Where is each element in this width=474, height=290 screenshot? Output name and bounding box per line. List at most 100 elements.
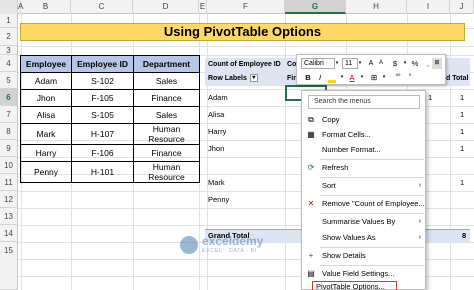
font-color-dropdown-icon[interactable]: ▾ (357, 72, 367, 83)
table-cell[interactable]: Finance (133, 89, 200, 107)
row-header[interactable]: 13 (0, 208, 18, 225)
pivot-row-labels-header[interactable]: Row Labels ▾ (208, 72, 258, 86)
pivot-value-cell[interactable]: 1 (460, 123, 464, 140)
table-header[interactable]: Employee (20, 55, 72, 73)
row-header[interactable]: 10 (0, 157, 18, 174)
row-header[interactable]: 3 (0, 46, 18, 55)
table-cell[interactable]: F-105 (71, 89, 134, 107)
currency-format-icon[interactable]: $ (390, 58, 400, 69)
menu-item-number-format[interactable]: Number Format... (302, 143, 425, 157)
pivot-value-cell[interactable]: 1 (460, 106, 464, 123)
currency-dropdown-icon[interactable]: ▾ (400, 58, 410, 69)
row-header[interactable]: 7 (0, 106, 18, 123)
table-header[interactable]: Employee ID (71, 55, 134, 73)
menu-separator (320, 195, 424, 196)
pivot-grand-total-value[interactable]: 8 (462, 229, 466, 243)
pivot-row-label[interactable]: Harry (208, 123, 226, 140)
filter-dropdown-icon[interactable]: ▾ (249, 74, 258, 83)
column-header[interactable]: F (207, 0, 285, 14)
fill-color-dropdown-icon[interactable]: ▾ (337, 72, 347, 83)
table-cell[interactable]: Sales (133, 72, 200, 90)
fill-color-icon[interactable] (327, 72, 337, 83)
menu-search-input[interactable]: Search the menus (308, 95, 420, 109)
pivot-value-cell[interactable]: 1 (428, 89, 432, 106)
borders-dropdown-icon[interactable]: ▾ (379, 72, 389, 83)
decrease-font-icon[interactable]: A (376, 58, 386, 69)
menu-separator (320, 159, 424, 160)
pivot-value-header[interactable]: Count of Employee ID (208, 58, 281, 72)
decrease-decimal-icon[interactable]: ⁰ (405, 72, 415, 83)
column-header[interactable]: I (407, 0, 450, 14)
row-header[interactable]: 14 (0, 225, 18, 242)
menu-item-show-values-as[interactable]: Show Values As › (302, 231, 425, 245)
table-cell[interactable]: H-101 (71, 161, 134, 183)
font-name-box[interactable]: Calibri (301, 58, 335, 69)
table-cell[interactable]: S-105 (71, 106, 134, 124)
table-cell[interactable]: Finance (133, 144, 200, 162)
column-header[interactable]: H (346, 0, 407, 14)
borders-icon[interactable]: ⊞ (369, 72, 379, 83)
row-header[interactable]: 4 (0, 55, 18, 72)
table-cell[interactable]: H-107 (71, 123, 134, 145)
pivot-row-label[interactable]: Mark (208, 174, 225, 191)
increase-decimal-icon[interactable]: ⁰⁰ (393, 72, 403, 83)
row-header[interactable]: 2 (0, 28, 18, 46)
table-cell[interactable]: S-102 (71, 72, 134, 90)
row-header-selected[interactable]: 6 (0, 89, 18, 106)
menu-item-refresh[interactable]: ⟳ Refresh (302, 161, 425, 175)
column-header[interactable]: C (71, 0, 133, 14)
pivot-grand-total-col-header[interactable]: d Total (446, 72, 468, 86)
table-cell[interactable]: Alisa (20, 106, 72, 124)
pivot-row-label[interactable]: Alisa (208, 106, 224, 123)
column-header[interactable]: D (133, 0, 199, 14)
percent-style-button[interactable]: % (410, 58, 420, 69)
font-size-box[interactable]: 11 (342, 58, 358, 69)
select-all-corner[interactable] (0, 0, 18, 14)
table-cell[interactable]: Adam (20, 72, 72, 90)
row-header[interactable]: 8 (0, 123, 18, 140)
title-banner: Using PivotTable Options (20, 23, 465, 41)
font-color-button[interactable]: A (347, 72, 357, 83)
row-header[interactable]: 12 (0, 191, 18, 208)
table-cell[interactable]: F-106 (71, 144, 134, 162)
bold-button[interactable]: B (303, 72, 313, 83)
pivot-row-label[interactable]: Penny (208, 191, 229, 208)
column-header-selected[interactable]: G (285, 0, 346, 14)
table-cell[interactable]: Human Resource (133, 123, 200, 145)
menu-item-remove[interactable]: ✕ Remove "Count of Employee... (302, 197, 425, 211)
row-header[interactable]: 5 (0, 72, 18, 89)
table-cell[interactable]: Sales (133, 106, 200, 124)
font-dropdown-icon[interactable]: ▾ (334, 58, 340, 69)
row-header[interactable]: 9 (0, 140, 18, 157)
table-cell[interactable]: Human Resource (133, 161, 200, 183)
pivot-value-cell[interactable]: 1 (460, 140, 464, 157)
pivot-row-label[interactable]: Jhon (208, 140, 224, 157)
column-header[interactable]: J (450, 0, 474, 14)
column-header[interactable]: E (199, 0, 207, 14)
font-size-dropdown-icon[interactable]: ▾ (357, 58, 363, 69)
row-header[interactable]: 15 (0, 242, 18, 290)
menu-item-label: Value Field Settings... (322, 269, 395, 278)
menu-item-copy[interactable]: ⧉ Copy (302, 113, 425, 127)
pivot-value-cell[interactable]: 1 (460, 89, 464, 106)
italic-button[interactable]: I (315, 72, 325, 83)
menu-item-value-field-settings[interactable]: ▤ Value Field Settings... (302, 267, 425, 281)
format-painter-icon[interactable]: ⊞ (432, 58, 442, 69)
menu-item-show-details[interactable]: + Show Details (302, 249, 425, 263)
row-header[interactable]: 1 (0, 14, 18, 28)
increase-font-icon[interactable]: A (366, 58, 376, 69)
menu-item-pivottable-options[interactable]: PivotTable Options... (312, 281, 397, 290)
menu-item-sort[interactable]: Sort › (302, 179, 425, 193)
column-header[interactable]: B (21, 0, 71, 14)
table-cell[interactable]: Harry (20, 144, 72, 162)
table-cell[interactable]: Jhon (20, 89, 72, 107)
grid-line (18, 46, 474, 47)
table-cell[interactable]: Penny (20, 161, 72, 183)
pivot-row-label[interactable]: Adam (208, 89, 228, 106)
row-header[interactable]: 11 (0, 174, 18, 191)
menu-item-summarise-values[interactable]: Summarise Values By › (302, 215, 425, 229)
table-header[interactable]: Department (133, 55, 200, 73)
table-cell[interactable]: Mark (20, 123, 72, 145)
pivot-value-cell[interactable]: 1 (460, 174, 464, 191)
menu-item-format-cells[interactable]: ▦ Format Cells... (302, 128, 425, 142)
